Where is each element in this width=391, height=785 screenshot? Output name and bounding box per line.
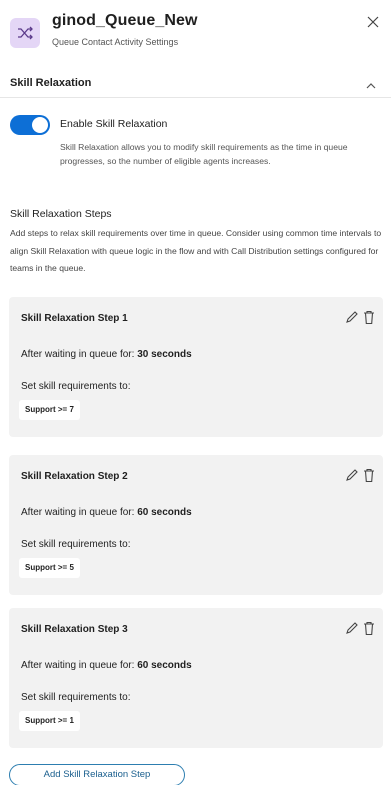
wait-time-line: After waiting in queue for: 60 seconds <box>21 507 192 518</box>
pencil-icon[interactable] <box>345 621 359 635</box>
shuffle-icon <box>10 18 40 48</box>
step-card: Skill Relaxation Step 3 After waiting in… <box>9 608 383 748</box>
skill-relaxation-section-header[interactable]: Skill Relaxation <box>0 68 391 98</box>
page-header: ginod_Queue_New Queue Contact Activity S… <box>0 0 391 62</box>
step-title: Skill Relaxation Step 1 <box>21 313 128 324</box>
queue-title: ginod_Queue_New <box>52 12 198 29</box>
steps-section-title: Skill Relaxation Steps <box>10 208 112 220</box>
close-icon[interactable] <box>365 14 381 30</box>
add-skill-relaxation-step-button[interactable]: Add Skill Relaxation Step <box>9 764 185 785</box>
requirement-label: Set skill requirements to: <box>21 381 131 392</box>
step-title: Skill Relaxation Step 3 <box>21 624 128 635</box>
wait-time-line: After waiting in queue for: 30 seconds <box>21 349 192 360</box>
toggle-knob <box>32 117 48 133</box>
step-card: Skill Relaxation Step 1 After waiting in… <box>9 297 383 437</box>
trash-icon[interactable] <box>363 621 375 636</box>
requirement-label: Set skill requirements to: <box>21 539 131 550</box>
wait-value: 60 seconds <box>137 660 192 671</box>
step-title: Skill Relaxation Step 2 <box>21 471 128 482</box>
section-title: Skill Relaxation <box>10 77 92 89</box>
steps-section-description: Add steps to relax skill requirements ov… <box>10 228 382 273</box>
wait-prefix: After waiting in queue for: <box>21 507 138 518</box>
wait-value: 60 seconds <box>137 507 192 518</box>
toggle-label: Enable Skill Relaxation <box>60 118 168 130</box>
enable-skill-relaxation-toggle[interactable] <box>10 115 50 135</box>
queue-subtitle: Queue Contact Activity Settings <box>52 37 179 47</box>
wait-time-line: After waiting in queue for: 60 seconds <box>21 660 192 671</box>
pencil-icon[interactable] <box>345 310 359 324</box>
step-card: Skill Relaxation Step 2 After waiting in… <box>9 455 383 595</box>
wait-prefix: After waiting in queue for: <box>21 660 138 671</box>
requirement-chip: Support >= 1 <box>19 711 80 731</box>
trash-icon[interactable] <box>363 468 375 483</box>
toggle-description: Skill Relaxation allows you to modify sk… <box>60 142 348 166</box>
wait-prefix: After waiting in queue for: <box>21 349 138 360</box>
requirement-chip: Support >= 7 <box>19 400 80 420</box>
requirement-label: Set skill requirements to: <box>21 692 131 703</box>
wait-value: 30 seconds <box>137 349 192 360</box>
requirement-chip: Support >= 5 <box>19 558 80 578</box>
chevron-up-icon[interactable] <box>365 78 377 89</box>
pencil-icon[interactable] <box>345 468 359 482</box>
trash-icon[interactable] <box>363 310 375 325</box>
